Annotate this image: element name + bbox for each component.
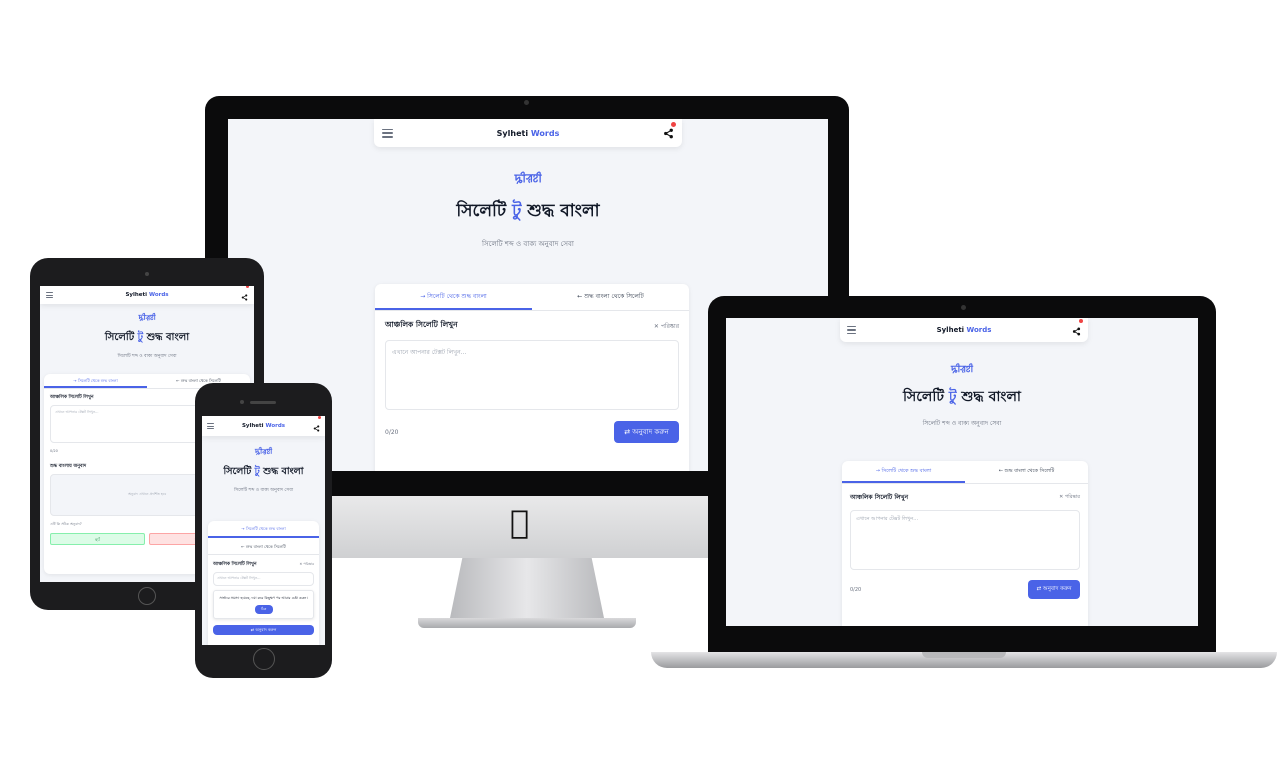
phone-home-button — [253, 648, 275, 670]
brand[interactable]: Sylheti Words — [937, 326, 992, 334]
notification-badge — [246, 286, 249, 288]
page-subtitle: সিলেটি শব্দ ও বাক্য অনুবাদ সেবা — [922, 420, 1002, 427]
sylheti-input[interactable]: এখানে আপনার টেক্সট লিখুন... — [385, 340, 679, 410]
page-subtitle: সিলেটি শব্দ ও বাক্য অনুবাদ সেবা — [482, 240, 574, 248]
char-counter: 0/20 — [385, 428, 399, 436]
tab-bangla-to-sylheti[interactable]: ← শুদ্ধ বাংলা থেকে সিলেটি — [965, 461, 1088, 483]
hero: ꠍꠤꠟꠐꠤ সিলেটি টু শুদ্ধ বাংলা সিলেটি শব্দ … — [228, 171, 828, 250]
input-label: আঞ্চলিক সিলেটি লিখুন — [385, 320, 458, 329]
input-label: আঞ্চলিক সিলেটি লিখুন — [850, 494, 909, 501]
page-title: সিলেটি টু শুদ্ধ বাংলা — [903, 389, 1021, 405]
top-bar: Sylheti Words — [840, 318, 1088, 342]
input-header: আঞ্চলিক সিলেটি লিখুন ✕ পরিষ্কার — [375, 311, 689, 332]
char-counter: 0/20 — [850, 586, 862, 593]
tab-sylheti-to-bangla[interactable]: → সিলেটি থেকে শুদ্ধ বাংলা — [208, 521, 319, 538]
error-ok-button[interactable]: ঠিক — [254, 605, 273, 614]
input-label: আঞ্চলিক সিলেটি লিখুন — [213, 562, 257, 567]
menu-icon[interactable] — [382, 128, 393, 138]
clear-button[interactable]: ✕ পরিষ্কার — [654, 321, 679, 332]
input-header: আঞ্চলিক সিলেটি লিখুন ✕ পরিষ্কার — [208, 555, 319, 568]
hero: ꠍꠤꠟꠐꠤ সিলেটি টু শুদ্ধ বাংলা সিলেটি শব্দ … — [726, 362, 1198, 429]
notification-badge — [318, 416, 321, 419]
laptop-camera — [961, 305, 966, 310]
menu-icon[interactable] — [207, 423, 214, 429]
imac-foot — [418, 618, 636, 628]
imac-camera — [524, 100, 529, 105]
logo: ꠍꠤꠟꠐꠤ — [254, 448, 273, 456]
tab-bangla-to-sylheti[interactable]: ← শুদ্ধ বাংলা থেকে সিলেটি — [208, 538, 319, 555]
hero: ꠍꠤꠟꠐꠤ সিলেটি টু শুদ্ধ বাংলা সিলেটি শব্দ … — [202, 448, 325, 494]
phone-camera — [240, 400, 244, 404]
translator-card: → সিলেটি থেকে শুদ্ধ বাংলা ← শুদ্ধ বাংলা … — [375, 284, 689, 471]
translator-card: → সিলেটি থেকে শুদ্ধ বাংলা ← শুদ্ধ বাংলা … — [842, 461, 1088, 626]
error-dialog: সার্ভারে সমস্যা হয়েছে, দয়া করে কিছুক্ষ… — [213, 590, 314, 619]
logo: ꠍꠤꠟꠐꠤ — [951, 365, 973, 375]
tab-bangla-to-sylheti[interactable]: ← শুদ্ধ বাংলা থেকে সিলেটি — [532, 284, 689, 310]
tab-bar: → সিলেটি থেকে শুদ্ধ বাংলা ← শুদ্ধ বাংলা … — [842, 461, 1088, 484]
output-label: শুদ্ধ বাংলায় অনুবাদ — [50, 464, 87, 469]
apple-logo-icon:  — [510, 506, 529, 538]
logo: ꠍꠤꠟꠐꠤ — [514, 172, 542, 185]
action-row: 0/20 ⇄ অনুবাদ করুন — [375, 410, 689, 443]
top-bar: Sylheti Words — [374, 119, 682, 147]
hero: ꠍꠤꠟꠐꠤ সিলেটি টু শুদ্ধ বাংলা সিলেটি শব্দ … — [40, 314, 254, 360]
tablet-home-button — [138, 587, 156, 605]
phone-app-screen: Sylheti Words ꠍꠤꠟꠐꠤ সিলেটি টু শুদ্ধ বাংল… — [202, 416, 325, 645]
translate-button[interactable]: ⇄ অনুবাদ করুন — [213, 625, 314, 635]
clear-button[interactable]: ✕ পরিষ্কার — [299, 562, 314, 568]
laptop-app-screen: Sylheti Words ꠍꠤꠟꠐꠤ সিলেটি টু শুদ্ধ বাংল… — [726, 318, 1198, 626]
page-subtitle: সিলেটি শব্দ ও বাক্য অনুবাদ সেবা — [117, 354, 177, 359]
menu-icon[interactable] — [847, 326, 856, 334]
tab-sylheti-to-bangla[interactable]: → সিলেটি থেকে শুদ্ধ বাংলা — [842, 461, 965, 483]
phone-speaker — [250, 401, 276, 404]
brand[interactable]: Sylheti Words — [242, 423, 285, 429]
share-icon[interactable] — [663, 121, 676, 143]
top-bar: Sylheti Words — [40, 286, 254, 304]
sylheti-input[interactable]: এখানে আপনার টেক্সট লিখুন... — [213, 572, 314, 586]
feedback-yes-button[interactable]: হ্যাঁ — [50, 533, 145, 545]
menu-icon[interactable] — [46, 292, 53, 298]
error-message: সার্ভারে সমস্যা হয়েছে, দয়া করে কিছুক্ষ… — [219, 596, 308, 600]
laptop-notch — [922, 652, 1006, 658]
imac-stand — [450, 558, 604, 618]
notification-badge — [1079, 318, 1083, 323]
brand[interactable]: Sylheti Words — [125, 292, 168, 298]
page-title: সিলেটি টু শুদ্ধ বাংলা — [104, 332, 190, 343]
translate-button[interactable]: ⇄ অনুবাদ করুন — [1028, 580, 1080, 599]
char-counter: 0/20 — [50, 449, 58, 453]
share-icon[interactable] — [1072, 318, 1083, 340]
input-header: আঞ্চলিক সিলেটি লিখুন ✕ পরিষ্কার — [842, 484, 1088, 503]
tablet-camera — [145, 272, 149, 276]
page-title: সিলেটি টু শুদ্ধ বাংলা — [456, 201, 600, 221]
logo: ꠍꠤꠟꠐꠤ — [138, 314, 156, 322]
translate-button[interactable]: ⇄ অনুবাদ করুন — [614, 421, 679, 443]
action-row: 0/20 ⇄ অনুবাদ করুন — [842, 570, 1088, 599]
tab-sylheti-to-bangla[interactable]: → সিলেটি থেকে শুদ্ধ বাংলা — [44, 374, 147, 388]
tab-bar: → সিলেটি থেকে শুদ্ধ বাংলা ← শুদ্ধ বাংলা … — [375, 284, 689, 311]
brand[interactable]: Sylheti Words — [497, 129, 560, 138]
top-bar: Sylheti Words — [202, 416, 325, 436]
translator-card: → সিলেটি থেকে শুদ্ধ বাংলা ← শুদ্ধ বাংলা … — [208, 521, 319, 645]
clear-button[interactable]: ✕ পরিষ্কার — [1059, 494, 1080, 502]
input-label: আঞ্চলিক সিলেটি লিখুন — [50, 395, 94, 400]
tab-sylheti-to-bangla[interactable]: → সিলেটি থেকে শুদ্ধ বাংলা — [375, 284, 532, 310]
sylheti-input[interactable]: এখানে আপনার টেক্সট লিখুন... — [850, 510, 1080, 570]
page-title: সিলেটি টু শুদ্ধ বাংলা — [223, 466, 304, 477]
page-subtitle: সিলেটি শব্দ ও বাক্য অনুবাদ সেবা — [233, 488, 294, 493]
share-icon[interactable] — [313, 416, 321, 436]
share-icon[interactable] — [241, 286, 249, 305]
notification-badge — [670, 121, 676, 127]
